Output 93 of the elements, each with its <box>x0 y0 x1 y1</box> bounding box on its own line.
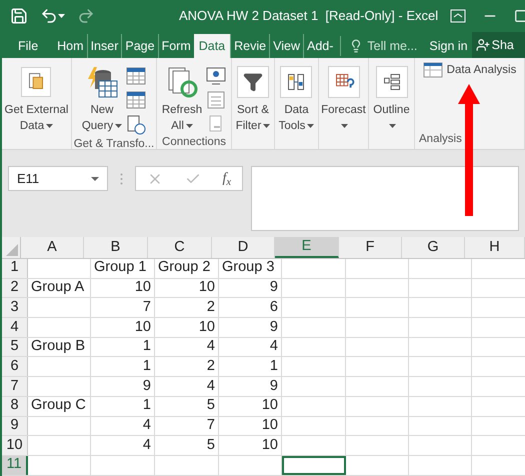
table-cell-text: 9 <box>142 376 151 396</box>
table-cell-text: 1 <box>142 337 151 356</box>
caret-icon <box>91 176 99 180</box>
undo-icon[interactable] <box>40 7 58 25</box>
ribbon-button[interactable]: Refresh All <box>160 62 204 134</box>
tell-me-field[interactable]: Tell me... <box>367 36 418 56</box>
save-icon[interactable] <box>10 7 28 25</box>
column-header[interactable]: F <box>339 237 402 258</box>
document-database-icon <box>21 67 52 97</box>
column-header[interactable]: H <box>465 237 525 258</box>
ribbon-tab[interactable]: Data <box>194 34 230 58</box>
row-header[interactable]: 7 <box>2 377 28 396</box>
forecast-sheet-icon <box>328 66 360 98</box>
ribbon-button[interactable]: Outline <box>372 62 411 134</box>
column-header[interactable]: C <box>148 237 212 258</box>
ribbon-tab[interactable]: File <box>2 34 54 58</box>
ribbon-button[interactable]: Forecast <box>320 62 367 134</box>
row-header[interactable]: 9 <box>2 416 28 436</box>
column-header[interactable]: A <box>21 237 84 258</box>
table-icon[interactable] <box>125 66 148 86</box>
column-header[interactable]: G <box>402 237 465 258</box>
window-title: ANOVA HW 2 Dataset 1 [Read-Only] - Excel <box>179 7 438 26</box>
table-cell-text: 4 <box>206 337 215 356</box>
row-header[interactable]: 6 <box>2 357 28 376</box>
table-cell-text: 4 <box>142 416 151 435</box>
group-label: Get & Transfo... <box>74 138 154 150</box>
row-header[interactable]: 10 <box>2 436 28 455</box>
table-cell-text: 7 <box>206 416 215 435</box>
share-button[interactable]: Sha <box>472 32 525 58</box>
group-label: Analysis <box>419 133 462 145</box>
table-cell-text: 2 <box>206 356 215 376</box>
table-cell-text: Group B <box>31 337 85 356</box>
table-cell-text: Group 1 <box>94 258 146 278</box>
data-analysis-button[interactable]: Data Analysis <box>418 62 520 82</box>
table-cell-text: 9 <box>270 318 278 337</box>
row-header[interactable]: 2 <box>2 278 28 298</box>
formula-field[interactable] <box>251 166 519 231</box>
table-cell-text: 4 <box>206 376 215 396</box>
table-cell-text: 10 <box>262 416 278 435</box>
ribbon-button[interactable]: Get External Data <box>4 62 70 134</box>
table-cell-text: 10 <box>198 278 215 298</box>
table-cell-text: 10 <box>262 396 278 416</box>
table-cell-text: 9 <box>270 376 278 396</box>
insert-function-button[interactable]: f$_{x}$ <box>222 168 232 189</box>
row-header[interactable]: 8 <box>2 396 28 416</box>
data-tools-icon <box>280 66 312 98</box>
table-cell-text: Group A <box>31 278 84 298</box>
ribbon-tab[interactable]: Hom <box>54 34 87 58</box>
row-header[interactable]: 4 <box>2 318 28 337</box>
properties-icon[interactable] <box>205 90 228 110</box>
table-cell-text: 6 <box>270 298 278 317</box>
table-icon <box>422 62 443 78</box>
table-cell-text: 9 <box>270 278 278 298</box>
table-cell-text: 7 <box>142 298 151 317</box>
table-cell-text: 5 <box>206 436 215 455</box>
table-cell-text: Group 3 <box>222 258 274 278</box>
maximize-icon[interactable] <box>514 9 525 23</box>
ribbon-button[interactable]: Data Tools <box>278 62 316 134</box>
row-header[interactable]: 11 <box>2 456 28 475</box>
selected-cell[interactable] <box>282 456 346 475</box>
monitor-icon[interactable] <box>205 66 228 86</box>
group-label: Connections <box>162 136 226 148</box>
outline-icon <box>376 66 408 98</box>
table-cell-text: 10 <box>134 318 151 337</box>
table-cell-text: 10 <box>262 436 278 455</box>
row-header[interactable]: 5 <box>2 338 28 356</box>
caret-icon[interactable] <box>58 14 65 18</box>
grip-icon <box>120 173 123 185</box>
table-cell-text: Group 2 <box>158 258 210 278</box>
redo-icon <box>77 7 95 25</box>
column-header[interactable]: B <box>84 237 148 258</box>
person-add-icon <box>476 38 490 52</box>
table-cell-text: 4 <box>270 337 278 356</box>
name-box[interactable]: E11 <box>8 166 108 191</box>
table-cell-text: 1 <box>270 356 278 376</box>
column-header[interactable]: E <box>275 237 339 258</box>
table-cell-text: 4 <box>142 436 151 455</box>
table-cell-text: Group C <box>31 396 86 416</box>
table-cell-text: 10 <box>198 318 215 337</box>
ribbon-display-icon[interactable] <box>450 9 466 23</box>
table-grid-icon[interactable] <box>125 90 148 110</box>
page-clock-icon[interactable] <box>125 114 148 136</box>
table-cell-text: 5 <box>206 396 215 416</box>
ribbon-button[interactable]: Sort & Filter <box>234 62 272 134</box>
table-cell-text: 10 <box>134 278 151 298</box>
sign-in-link[interactable]: Sign in <box>425 34 472 58</box>
filter-icon <box>237 66 269 98</box>
table-cell-text: 2 <box>206 298 215 317</box>
row-header[interactable]: 3 <box>2 298 28 318</box>
table-cell-text: 1 <box>142 356 151 376</box>
table-cell-text: 1 <box>142 396 151 416</box>
row-header[interactable]: 1 <box>2 259 28 278</box>
ribbon-button[interactable]: New Query <box>80 62 124 136</box>
